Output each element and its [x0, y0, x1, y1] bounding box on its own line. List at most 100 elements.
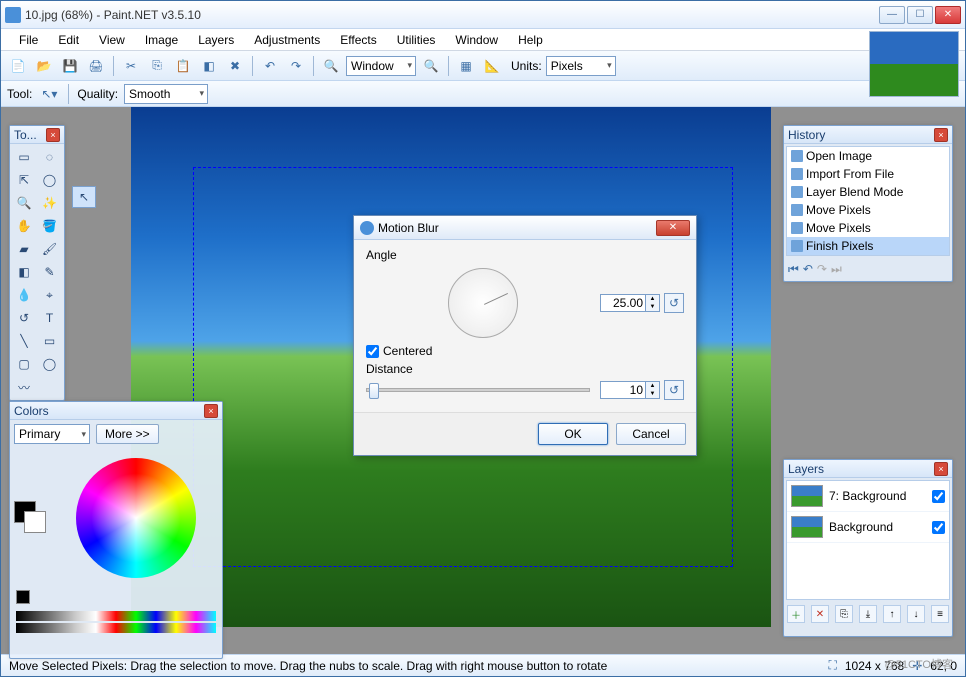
units-combo[interactable]: Pixels: [546, 56, 616, 76]
ffwd-icon[interactable]: ⏭: [831, 262, 842, 277]
zoom-in-icon[interactable]: 🔍: [420, 55, 442, 77]
menu-effects[interactable]: Effects: [330, 30, 386, 50]
move-down-icon[interactable]: ↓: [907, 605, 925, 623]
up-icon[interactable]: ▲: [646, 382, 659, 390]
dialog-close-icon[interactable]: ✕: [656, 220, 690, 236]
menu-view[interactable]: View: [89, 30, 135, 50]
add-swatch-icon[interactable]: [16, 590, 30, 604]
pan-icon[interactable]: ✋: [12, 215, 36, 237]
quality-combo[interactable]: Smooth: [124, 84, 208, 104]
history-item[interactable]: Finish Pixels: [787, 237, 949, 255]
redo-icon[interactable]: ↷: [285, 55, 307, 77]
zoom-combo[interactable]: Window: [346, 56, 416, 76]
layer-visible-checkbox[interactable]: [932, 490, 945, 503]
cancel-button[interactable]: Cancel: [616, 423, 686, 445]
centered-checkbox[interactable]: [366, 345, 379, 358]
close-button[interactable]: ✕: [935, 6, 961, 24]
new-icon[interactable]: 📄: [7, 55, 29, 77]
distance-spinner[interactable]: ▲▼: [600, 381, 660, 399]
menu-layers[interactable]: Layers: [188, 30, 244, 50]
menu-file[interactable]: File: [9, 30, 48, 50]
menu-help[interactable]: Help: [508, 30, 553, 50]
move-up-icon[interactable]: ↑: [883, 605, 901, 623]
layer-row[interactable]: 7: Background: [787, 481, 949, 512]
redo-icon[interactable]: ↷: [817, 262, 827, 277]
eraser-icon[interactable]: ◧: [12, 261, 36, 283]
current-tool-icon[interactable]: ↖▾: [38, 83, 60, 105]
up-icon[interactable]: ▲: [646, 295, 659, 303]
move-selection-icon[interactable]: ⇱: [12, 169, 36, 191]
zoom-icon[interactable]: 🔍: [12, 192, 36, 214]
wand-icon[interactable]: ✨: [38, 192, 62, 214]
grid-icon[interactable]: ▦: [455, 55, 477, 77]
paste-icon[interactable]: 📋: [172, 55, 194, 77]
rect-icon[interactable]: ▭: [38, 330, 62, 352]
angle-dial[interactable]: [448, 268, 518, 338]
copy-icon[interactable]: ⎘: [146, 55, 168, 77]
history-item[interactable]: Open Image: [787, 147, 949, 165]
add-layer-icon[interactable]: ＋: [787, 605, 805, 623]
history-item[interactable]: Import From File: [787, 165, 949, 183]
gradient-icon[interactable]: ▰: [12, 238, 36, 260]
delete-layer-icon[interactable]: ✕: [811, 605, 829, 623]
angle-spinner[interactable]: ▲▼: [600, 294, 660, 312]
document-thumbnail[interactable]: [869, 31, 959, 97]
deselect-icon[interactable]: ✖: [224, 55, 246, 77]
more-button[interactable]: More >>: [96, 424, 159, 444]
distance-reset-icon[interactable]: ↺: [664, 380, 684, 400]
clone-icon[interactable]: ⌖: [38, 284, 62, 306]
palette-strip-2[interactable]: [16, 623, 216, 633]
bucket-icon[interactable]: 🪣: [38, 215, 62, 237]
text-icon[interactable]: T: [38, 307, 62, 329]
brush-icon[interactable]: 🖌: [38, 238, 62, 260]
dup-layer-icon[interactable]: ⎘: [835, 605, 853, 623]
print-icon[interactable]: 🖨: [85, 55, 107, 77]
ok-button[interactable]: OK: [538, 423, 608, 445]
angle-reset-icon[interactable]: ↺: [664, 293, 684, 313]
angle-input[interactable]: [600, 294, 646, 312]
save-icon[interactable]: 💾: [59, 55, 81, 77]
down-icon[interactable]: ▼: [646, 390, 659, 398]
ellipse-icon[interactable]: ◯: [38, 353, 62, 375]
layer-props-icon[interactable]: ≡: [931, 605, 949, 623]
undo-icon[interactable]: ↶: [803, 262, 813, 277]
minimize-button[interactable]: —: [879, 6, 905, 24]
history-item[interactable]: Move Pixels: [787, 201, 949, 219]
cut-icon[interactable]: ✂: [120, 55, 142, 77]
recolor-icon[interactable]: ↺: [12, 307, 36, 329]
history-close-icon[interactable]: ×: [934, 128, 948, 142]
line-icon[interactable]: ╲: [12, 330, 36, 352]
undo-icon[interactable]: ↶: [259, 55, 281, 77]
distance-slider[interactable]: [366, 388, 590, 392]
move-icon[interactable]: ↖: [72, 186, 96, 208]
menu-edit[interactable]: Edit: [48, 30, 89, 50]
pencil-icon[interactable]: ✎: [38, 261, 62, 283]
down-icon[interactable]: ▼: [646, 303, 659, 311]
history-item[interactable]: Layer Blend Mode: [787, 183, 949, 201]
colors-close-icon[interactable]: ×: [204, 404, 218, 418]
rect-select-icon[interactable]: ▭: [12, 146, 36, 168]
merge-down-icon[interactable]: ⤓: [859, 605, 877, 623]
layers-close-icon[interactable]: ×: [934, 462, 948, 476]
tools-close-icon[interactable]: ×: [46, 128, 60, 142]
maximize-button[interactable]: ☐: [907, 6, 933, 24]
history-item[interactable]: Move Pixels: [787, 219, 949, 237]
ellipse-select-icon[interactable]: ◯: [38, 169, 62, 191]
picker-icon[interactable]: 💧: [12, 284, 36, 306]
ruler-icon[interactable]: 📐: [481, 55, 503, 77]
menu-image[interactable]: Image: [135, 30, 188, 50]
color-mode-combo[interactable]: Primary: [14, 424, 90, 444]
menu-utilities[interactable]: Utilities: [387, 30, 446, 50]
open-icon[interactable]: 📂: [33, 55, 55, 77]
distance-input[interactable]: [600, 381, 646, 399]
layer-visible-checkbox[interactable]: [932, 521, 945, 534]
freeform-icon[interactable]: 〰: [12, 376, 36, 398]
color-swatches[interactable]: [14, 501, 48, 535]
palette-strip[interactable]: [16, 611, 216, 621]
menu-window[interactable]: Window: [445, 30, 508, 50]
crop-icon[interactable]: ◧: [198, 55, 220, 77]
rewind-icon[interactable]: ⏮: [788, 262, 799, 277]
lasso-icon[interactable]: ◌: [38, 146, 62, 168]
color-wheel[interactable]: [76, 458, 196, 578]
zoom-out-icon[interactable]: 🔍: [320, 55, 342, 77]
